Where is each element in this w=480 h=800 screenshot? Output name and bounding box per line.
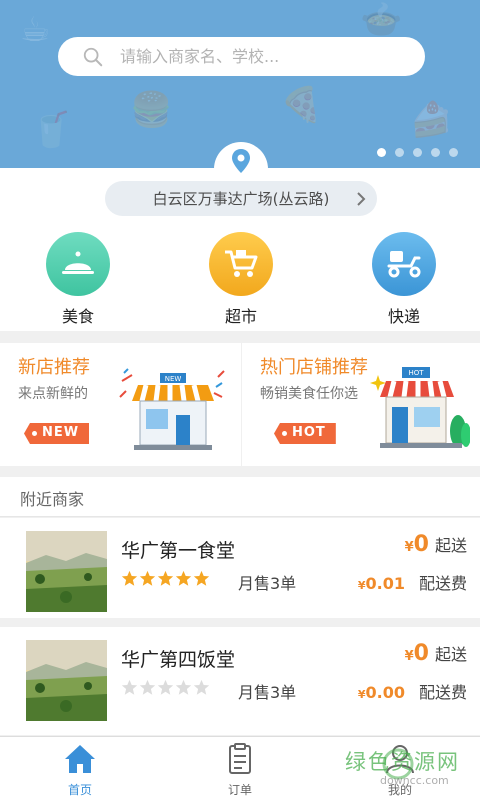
star-icon xyxy=(139,679,156,695)
new-tag: NEW xyxy=(24,423,90,444)
category-food[interactable]: 美食 xyxy=(46,232,110,327)
shop-thumbnail xyxy=(26,531,107,612)
min-order-amount: 0 xyxy=(413,532,429,557)
home-icon xyxy=(65,745,95,773)
hot-store-icon: HOT xyxy=(370,367,470,448)
scooter-icon xyxy=(372,232,436,296)
min-order-value: ¥0 xyxy=(405,532,429,557)
tab-label: 订单 xyxy=(227,783,252,797)
category-label: 超市 xyxy=(224,307,257,326)
star-icon xyxy=(157,679,174,695)
star-icon xyxy=(121,679,138,695)
store-sign: NEW xyxy=(165,375,182,383)
star-icon xyxy=(139,570,156,586)
delivery-fee: ¥0.01 配送费 xyxy=(358,570,467,594)
delivery-fee-label: 配送费 xyxy=(418,574,467,593)
food-cover-icon xyxy=(46,232,110,296)
pager-dot[interactable] xyxy=(413,148,422,157)
star-icon xyxy=(157,570,174,586)
nearby-title: 附近商家 xyxy=(20,490,85,509)
shop-name: 华广第四饭堂 xyxy=(121,649,236,671)
doodle-icon: 🍔 xyxy=(130,90,173,130)
min-order: ¥0 起送 xyxy=(405,532,467,557)
delivery-fee-value: ¥0.01 xyxy=(358,574,405,593)
promo-new-stores[interactable]: 新店推荐 来点新鲜的 NEW NEW xyxy=(0,343,241,466)
min-order-label: 起送 xyxy=(434,645,467,664)
min-order-value: ¥0 xyxy=(405,641,429,666)
location-pin-icon xyxy=(232,149,250,173)
star-rating xyxy=(121,679,210,696)
doodle-icon: 🍲 xyxy=(360,0,403,40)
promo-title: 热门店铺推荐 xyxy=(260,357,368,378)
delivery-fee: ¥0.00 配送费 xyxy=(358,679,467,703)
nearby-header: 附近商家 xyxy=(0,477,480,517)
chevron-right-icon xyxy=(357,192,366,206)
category-label: 美食 xyxy=(61,307,94,326)
category-supermarket[interactable]: 超市 xyxy=(209,232,273,327)
shop-thumbnail xyxy=(26,640,107,721)
promo-title: 新店推荐 xyxy=(18,357,90,378)
star-icon xyxy=(175,679,192,695)
currency-symbol: ¥ xyxy=(404,649,414,664)
promo-hot-stores[interactable]: 热门店铺推荐 畅销美食任你选 HOT HOT xyxy=(242,343,480,466)
category-label: 快递 xyxy=(387,307,420,326)
doodle-icon: 🍰 xyxy=(410,100,453,140)
order-icon xyxy=(229,743,251,774)
search-bar[interactable] xyxy=(58,37,425,76)
star-rating xyxy=(121,570,210,587)
min-order-amount: 0 xyxy=(413,641,429,666)
delivery-fee-amount: 0.01 xyxy=(365,574,405,593)
star-icon xyxy=(193,679,210,695)
hot-tag: HOT xyxy=(274,423,336,444)
doodle-icon: ☕ xyxy=(20,10,51,50)
star-icon xyxy=(193,570,210,586)
currency-symbol: ¥ xyxy=(357,579,366,592)
doodle-icon: 🍕 xyxy=(280,85,323,125)
monthly-sales: 月售3单 xyxy=(238,574,297,593)
pager-dot[interactable] xyxy=(449,148,458,157)
banner-pager xyxy=(377,148,458,157)
tab-home[interactable]: 首页 xyxy=(40,743,120,798)
currency-symbol: ¥ xyxy=(357,688,366,701)
monthly-sales: 月售3单 xyxy=(238,683,297,702)
pager-dot[interactable] xyxy=(377,148,386,157)
storefront-icon: NEW xyxy=(119,368,225,450)
star-icon xyxy=(175,570,192,586)
delivery-fee-label: 配送费 xyxy=(418,683,467,702)
star-icon xyxy=(121,570,138,586)
doodle-icon: 🥤 xyxy=(30,110,73,150)
store-sign: HOT xyxy=(408,369,424,377)
currency-symbol: ¥ xyxy=(404,540,414,555)
shop-card[interactable]: 华广第四饭堂 月售3单 ¥0 起送 ¥0.00 配送费 xyxy=(0,627,480,735)
shop-name: 华广第一食堂 xyxy=(121,540,236,562)
watermark-url: downcc.com xyxy=(380,774,449,787)
watermark-text: 绿色资源网 xyxy=(345,750,460,774)
location-selector[interactable]: 白云区万事达广场(丛云路) xyxy=(105,181,377,216)
tab-orders[interactable]: 订单 xyxy=(200,743,280,798)
min-order-label: 起送 xyxy=(434,536,467,555)
pager-dot[interactable] xyxy=(431,148,440,157)
min-order: ¥0 起送 xyxy=(405,641,467,666)
promo-subtitle: 来点新鲜的 xyxy=(18,386,88,402)
delivery-fee-value: ¥0.00 xyxy=(358,683,405,702)
promo-subtitle: 畅销美食任你选 xyxy=(260,386,358,402)
shop-card[interactable]: 华广第一食堂 月售3单 ¥0 起送 ¥0.01 配送费 xyxy=(0,518,480,626)
category-delivery[interactable]: 快递 xyxy=(372,232,436,327)
search-icon xyxy=(83,47,103,66)
pager-dot[interactable] xyxy=(395,148,404,157)
shopping-cart-icon xyxy=(209,232,273,296)
location-text: 白云区万事达广场(丛云路) xyxy=(152,190,330,208)
search-input[interactable] xyxy=(120,47,380,66)
tab-label: 首页 xyxy=(67,783,92,797)
delivery-fee-amount: 0.00 xyxy=(365,683,405,702)
